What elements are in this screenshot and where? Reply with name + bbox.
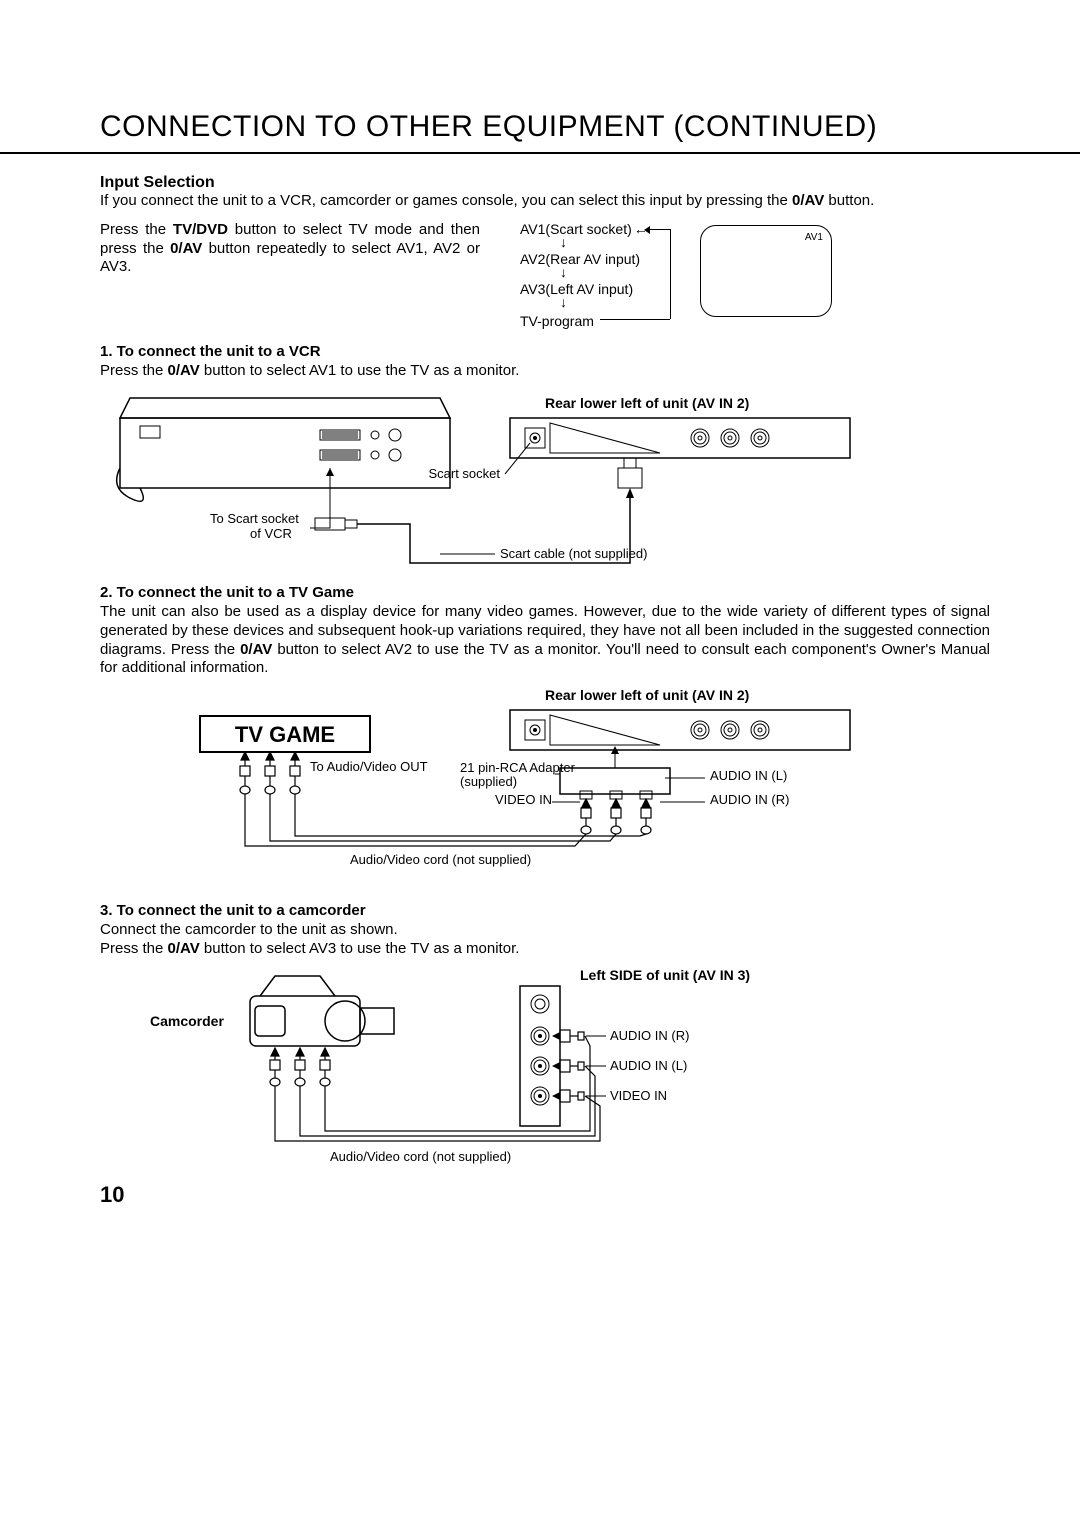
cycle-av3: AV3(Left AV input) — [520, 281, 633, 297]
cam-heading: 3. To connect the unit to a camcorder — [100, 902, 990, 921]
svg-text:Audio/Video cord (not supplied: Audio/Video cord (not supplied) — [330, 1149, 511, 1164]
cam-post: button to select AV3 to use the TV as a … — [200, 940, 520, 957]
input-selection-intro: If you connect the unit to a VCR, camcor… — [100, 192, 990, 211]
tv-dvd-instruction: Press the TV/DVD button to select TV mod… — [100, 221, 480, 277]
svg-text:of VCR: of VCR — [250, 526, 292, 541]
svg-text:AUDIO IN (L): AUDIO IN (L) — [610, 1058, 687, 1073]
svg-text:Scart cable (not supplied): Scart cable (not supplied) — [500, 546, 647, 561]
cycle-av1: AV1(Scart socket) — [520, 221, 648, 237]
svg-text:Camcorder: Camcorder — [150, 1013, 224, 1029]
svg-text:Left SIDE of unit (AV IN 3): Left SIDE of unit (AV IN 3) — [580, 967, 750, 983]
page-title: CONNECTION TO OTHER EQUIPMENT (CONTINUED… — [100, 110, 990, 144]
svg-text:21 pin-RCA Adapter: 21 pin-RCA Adapter — [460, 760, 576, 775]
intro-bold: 0/AV — [792, 192, 824, 209]
av-cycle-diagram: AV1(Scart socket) AV2(Rear AV input) AV3… — [500, 221, 900, 321]
vcr-heading: 1. To connect the unit to a VCR — [100, 343, 990, 362]
tv-dvd-bold: TV/DVD — [173, 221, 228, 238]
vcr-pre: Press the — [100, 362, 168, 379]
svg-text:VIDEO IN: VIDEO IN — [495, 792, 552, 807]
cam-diagram: Camcorder Left SIDE of unit (AV IN 3) — [100, 966, 990, 1166]
vcr-body: Press the 0/AV button to select AV1 to u… — [100, 362, 990, 381]
cam-line1: Connect the camcorder to the unit as sho… — [100, 921, 990, 940]
svg-text:AUDIO IN (L): AUDIO IN (L) — [710, 768, 787, 783]
arrow-down-icon — [560, 235, 567, 249]
game-heading: 2. To connect the unit to a TV Game — [100, 584, 990, 603]
vcr-to-scart: To Scart socket — [210, 511, 299, 526]
intro-post: button. — [824, 192, 874, 209]
cam-bold: 0/AV — [168, 940, 200, 957]
press-pre: Press the — [100, 221, 173, 238]
svg-text:AUDIO IN (R): AUDIO IN (R) — [610, 1028, 689, 1043]
game-diagram: Rear lower left of unit (AV IN 2) TV GAM… — [100, 686, 990, 886]
vcr-post: button to select AV1 to use the TV as a … — [200, 362, 520, 379]
arrow-down-icon — [560, 295, 567, 309]
game-body: The unit can also be used as a display d… — [100, 603, 990, 678]
svg-text:TV GAME: TV GAME — [235, 722, 335, 747]
vcr-bold: 0/AV — [168, 362, 200, 379]
cam-pre: Press the — [100, 940, 168, 957]
title-divider — [0, 152, 1080, 154]
intro-pre: If you connect the unit to a VCR, camcor… — [100, 192, 792, 209]
cycle-tv: TV-program — [520, 313, 594, 329]
cam-body: Press the 0/AV button to select AV3 to u… — [100, 940, 990, 959]
game-bold: 0/AV — [240, 641, 272, 658]
vcr-diagram: To Scart socket of VCR Rear lower left o… — [100, 388, 990, 568]
cycle-av1-text: AV1(Scart socket) — [520, 221, 632, 237]
arrow-down-icon — [560, 265, 567, 279]
svg-text:To Audio/Video OUT: To Audio/Video OUT — [310, 759, 428, 774]
input-selection-heading: Input Selection — [100, 174, 990, 192]
zero-av-bold: 0/AV — [170, 240, 202, 257]
svg-text:Rear lower left of unit (AV IN: Rear lower left of unit (AV IN 2) — [545, 687, 749, 703]
cycle-av2: AV2(Rear AV input) — [520, 251, 640, 267]
tv-screen-icon: AV1 — [700, 225, 832, 317]
page-number: 10 — [100, 1182, 124, 1208]
svg-text:(supplied): (supplied) — [460, 774, 517, 789]
svg-text:VIDEO IN: VIDEO IN — [610, 1088, 667, 1103]
svg-text:AUDIO IN (R): AUDIO IN (R) — [710, 792, 789, 807]
svg-text:Rear lower left of unit (AV IN: Rear lower left of unit (AV IN 2) — [545, 395, 749, 411]
svg-text:Scart socket: Scart socket — [428, 466, 500, 481]
svg-text:Audio/Video cord (not supplied: Audio/Video cord (not supplied) — [350, 852, 531, 867]
tv-screen-label: AV1 — [805, 232, 823, 243]
